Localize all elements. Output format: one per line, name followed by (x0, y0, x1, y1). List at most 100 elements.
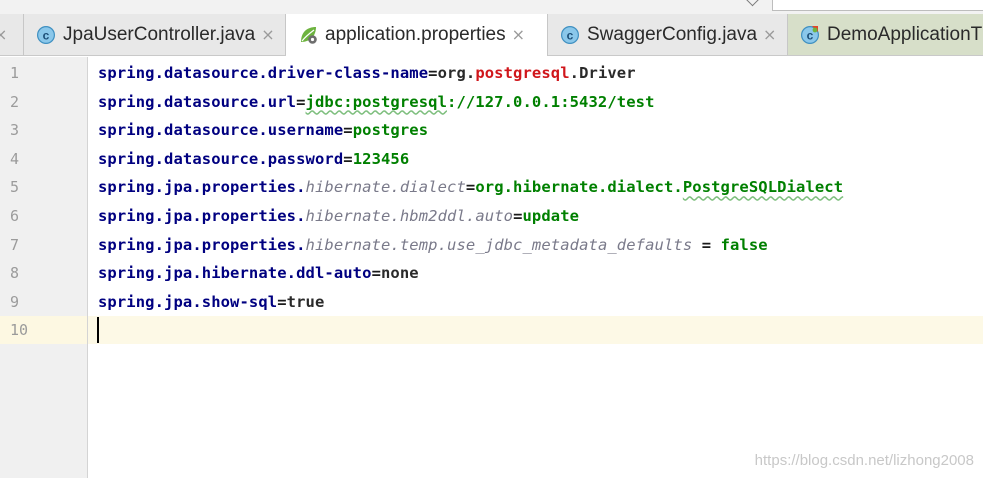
line-number: 10 (10, 321, 29, 340)
code-token: . (154, 92, 165, 111)
tab-label: JpaUserController.java (63, 23, 256, 45)
chevron-down-icon[interactable] (744, 0, 761, 7)
tab-jpausercontroller-java[interactable]: c JpaUserController.java × (24, 14, 286, 55)
line-number: 7 (10, 235, 20, 254)
code-token: . (390, 178, 400, 197)
tab-previous-partial[interactable]: × (0, 14, 24, 55)
code-token: = (296, 92, 306, 111)
code-token: jpa (164, 235, 193, 254)
tab-label: application.properties (325, 24, 506, 45)
code-token: postgresql (475, 64, 570, 82)
line-number: 9 (10, 292, 20, 311)
code-line[interactable]: spring.datasource.driver-class-name=org.… (98, 59, 636, 87)
code-token: driver-class-name (267, 64, 429, 82)
code-token: true (286, 292, 325, 311)
code-token: . (390, 207, 400, 225)
code-token: . (258, 92, 268, 111)
code-token: . (154, 207, 165, 225)
code-token: dialect (399, 178, 466, 197)
code-token: jpa (164, 292, 193, 311)
tab-label: SwaggerConfig.java (587, 23, 758, 45)
code-token: jpa (164, 264, 193, 283)
close-icon[interactable]: × (512, 27, 525, 43)
code-token: . (286, 264, 297, 283)
tab-demoapplicationt[interactable]: c DemoApplicationT (788, 14, 983, 55)
code-token: url (267, 92, 297, 111)
tab-application-properties[interactable]: application.properties × (286, 14, 548, 56)
tab-label: DemoApplicationT (827, 23, 983, 45)
line-number: 4 (10, 149, 20, 168)
code-token: . (296, 178, 306, 197)
code-token: . (154, 121, 165, 140)
code-token: spring (98, 292, 155, 311)
line-number: 2 (10, 92, 20, 111)
line-number: 6 (10, 207, 20, 225)
code-line[interactable]: spring.jpa.properties.hibernate.hbm2ddl.… (98, 202, 579, 230)
code-token: show-sql (201, 292, 278, 311)
code-token: postgres (352, 121, 429, 140)
code-token: = (465, 178, 476, 197)
code-line[interactable]: spring.jpa.hibernate.ddl-auto=none (98, 259, 419, 287)
code-token: . (296, 235, 306, 254)
code-token: spring (98, 207, 155, 225)
code-token: datasource (164, 64, 259, 82)
code-token: ddl-auto (296, 264, 372, 283)
code-token: . (390, 235, 400, 254)
code-token: = (343, 149, 353, 168)
code-token: update (522, 207, 580, 225)
code-token: datasource (164, 121, 259, 140)
code-token: spring (98, 121, 155, 140)
code-token: . (154, 264, 165, 283)
code-token: password (267, 149, 344, 168)
code-token: org.hibernate.dialect. (475, 178, 683, 197)
close-icon[interactable]: × (763, 26, 776, 43)
code-token: spring (98, 264, 155, 283)
code-editor[interactable]: https://blog.csdn.net/lizhong2008 spring… (88, 57, 983, 478)
code-token: . (192, 178, 202, 197)
code-line[interactable]: spring.jpa.properties.hibernate.temp.use… (98, 231, 768, 259)
close-icon[interactable]: × (261, 26, 274, 43)
code-token: ://127.0.0.1:5432/test (447, 92, 655, 111)
svg-text:c: c (43, 28, 50, 42)
code-token: spring (98, 149, 155, 168)
java-class-icon: c (37, 25, 55, 44)
editor-tab-bar: ×cJpaUserController.java×application.pro… (0, 14, 983, 56)
code-line[interactable]: spring.jpa.show-sql=true (98, 288, 324, 316)
top-toolbar-strip (0, 0, 983, 14)
svg-text:c: c (807, 28, 814, 42)
spring-boot-class-icon: c (801, 25, 819, 44)
code-token: properties (201, 178, 297, 197)
code-token: use_jdbc_metadata_defaults (447, 235, 693, 254)
run-configuration-selector[interactable] (772, 0, 983, 11)
tab-swaggerconfig-java[interactable]: c SwaggerConfig.java × (548, 14, 788, 55)
code-token: hibernate (305, 235, 391, 254)
java-class-icon: c (561, 25, 579, 44)
code-token: . (258, 121, 268, 140)
code-token: datasource (164, 92, 259, 111)
code-token: . (154, 178, 165, 197)
code-token: . (437, 235, 448, 254)
code-token: . (192, 264, 202, 283)
code-line[interactable]: spring.jpa.properties.hibernate.dialect=… (98, 173, 843, 201)
line-number: 1 (10, 64, 20, 82)
code-line[interactable]: spring.datasource.url=jdbc:postgresql://… (98, 88, 655, 116)
code-token: auto (475, 207, 514, 225)
code-token: jdbc:postgresql (305, 92, 448, 111)
code-token: . (154, 64, 165, 82)
code-token: . (569, 64, 580, 82)
code-line[interactable]: spring.datasource.username=postgres (98, 116, 428, 144)
code-token: temp (399, 235, 438, 254)
code-token: PostgreSQLDialect (682, 178, 844, 197)
code-token: jpa (164, 207, 193, 225)
close-icon[interactable]: × (0, 26, 7, 43)
code-token: . (154, 292, 165, 311)
code-token: = (277, 292, 287, 311)
spring-properties-icon (301, 27, 317, 44)
text-caret (97, 317, 99, 344)
code-token: = (513, 207, 523, 225)
code-token: false (720, 235, 768, 254)
code-line[interactable]: spring.datasource.password=123456 (98, 145, 409, 173)
current-line-highlight (88, 316, 983, 345)
code-token: = (428, 64, 438, 82)
code-token: = (343, 121, 353, 140)
